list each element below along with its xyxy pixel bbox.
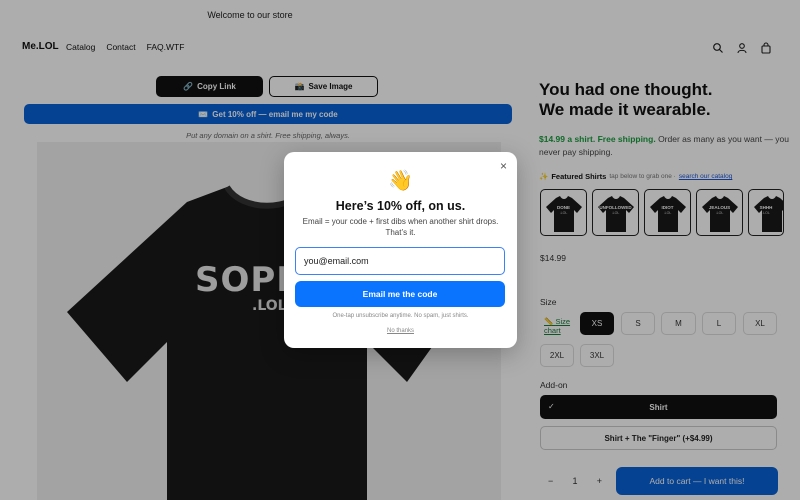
wave-icon: 👋: [388, 170, 413, 192]
email-code-button[interactable]: Email me the code: [295, 281, 505, 307]
modal-title: Here’s 10% off, on us.: [335, 199, 466, 213]
modal-fine-print: One-tap unsubscribe anytime. No spam, ju…: [332, 313, 469, 319]
modal-subtitle: Email = your code + first dibs when anot…: [302, 217, 499, 237]
email-field[interactable]: [295, 247, 505, 275]
no-thanks-link[interactable]: No thanks: [284, 328, 517, 334]
discount-modal: × 👋 Here’s 10% off, on us. Email = your …: [284, 152, 517, 348]
